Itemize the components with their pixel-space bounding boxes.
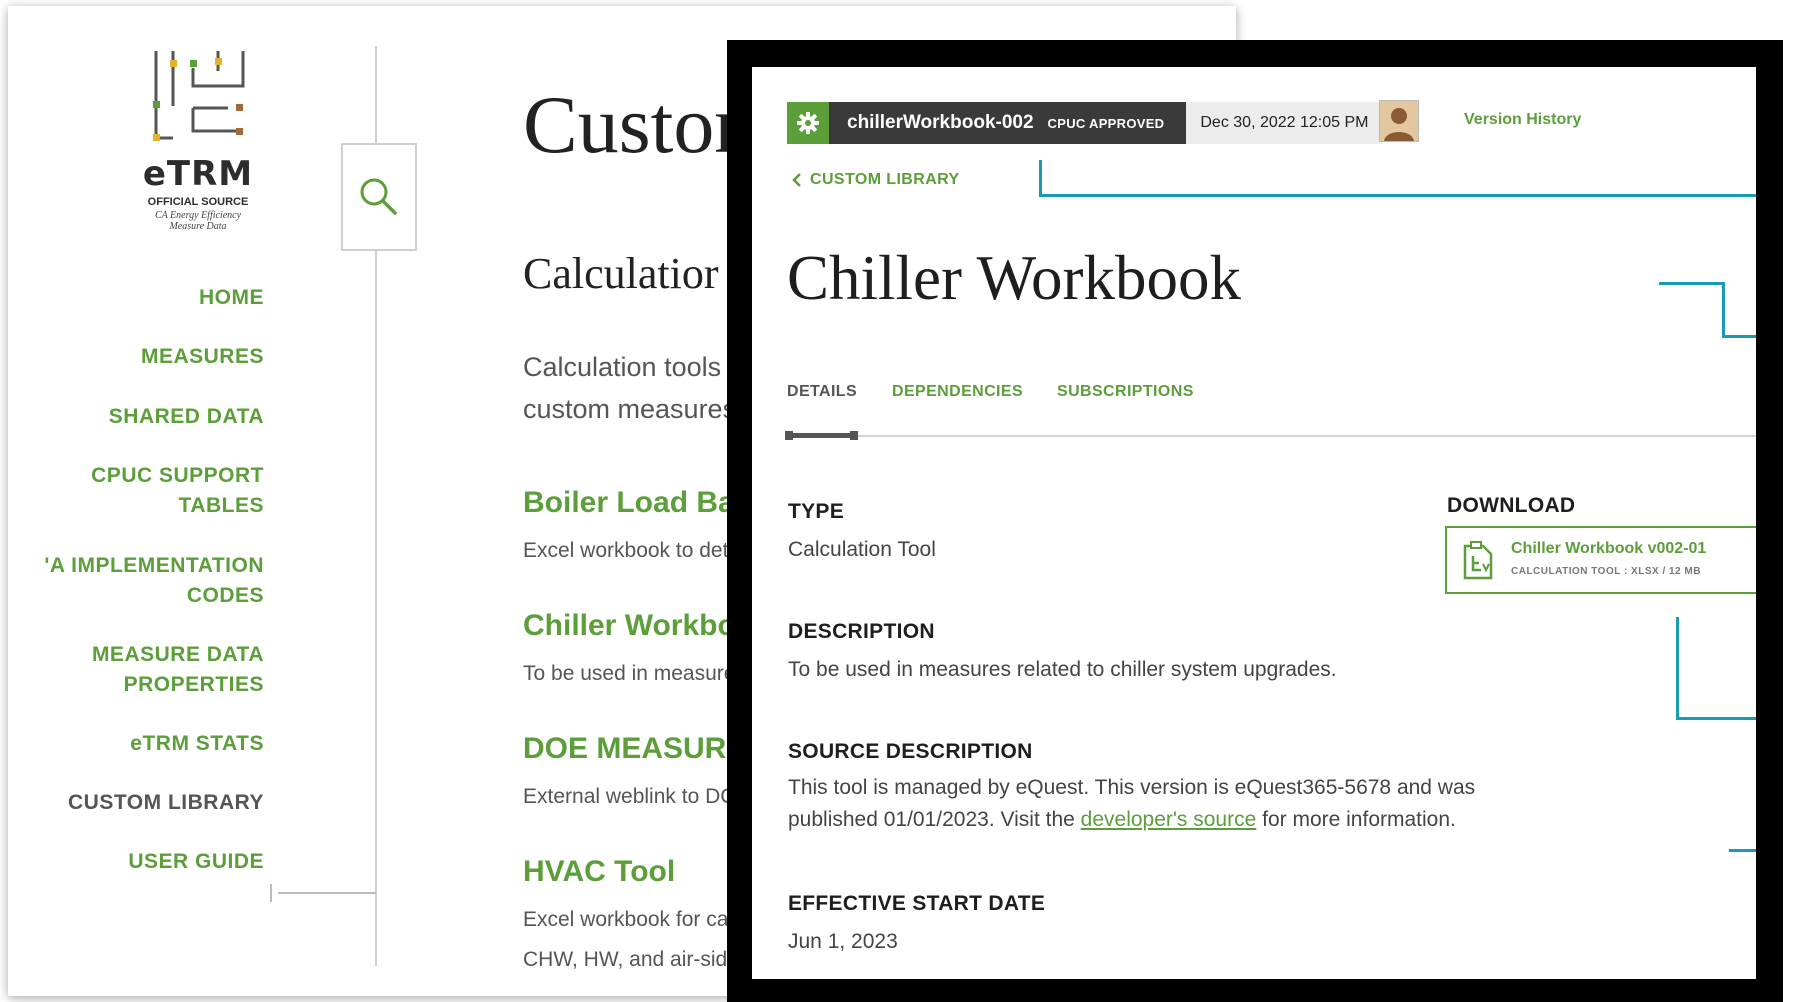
page-title: Chiller Workbook <box>787 243 1241 313</box>
tool-link-doe[interactable]: DOE MEASUR <box>523 732 726 766</box>
download-label: DOWNLOAD <box>1447 494 1576 517</box>
tool-desc-doe: External weblink to DC <box>523 785 736 808</box>
annotation-line <box>1729 849 1756 852</box>
annotation-line <box>1722 335 1756 338</box>
nav-user-guide[interactable]: USER GUIDE <box>128 845 264 879</box>
chevron-left-icon <box>792 173 801 187</box>
annotation-line <box>1722 282 1725 338</box>
version-history-link[interactable]: Version History <box>1464 111 1581 129</box>
tab-indicator-cap-left <box>785 431 793 440</box>
nav-measure-data-properties[interactable]: MEASURE DATA <box>92 638 264 672</box>
effective-start-date-label: EFFECTIVE START DATE <box>788 892 1046 915</box>
back-link-label: CUSTOM LIBRARY <box>810 171 960 188</box>
tab-subscriptions[interactable]: SUBSCRIPTIONS <box>1057 383 1194 401</box>
search-icon <box>360 178 397 215</box>
nav-cpuc-support-tables-line2[interactable]: TABLES <box>179 489 264 523</box>
type-label: TYPE <box>788 500 845 523</box>
file-download-icon <box>1463 541 1493 580</box>
source-line1: This tool is managed by eQuest. This ver… <box>788 776 1476 799</box>
background-page-title: Custor <box>523 79 742 170</box>
source-line2-post: for more information. <box>1256 808 1456 831</box>
download-file-meta: CALCULATION TOOL : XLSX / 12 MB <box>1511 566 1701 577</box>
effective-start-date-value: Jun 1, 2023 <box>788 930 898 953</box>
source-description-value: This tool is managed by eQuest. This ver… <box>788 772 1475 836</box>
source-line2-pre: published 01/01/2023. Visit the <box>788 808 1081 831</box>
nav-cpuc-support-tables[interactable]: CPUC SUPPORT <box>91 459 264 493</box>
annotation-line <box>1676 617 1679 720</box>
annotation-line <box>1659 282 1725 285</box>
tab-details[interactable]: DETAILS <box>787 383 857 401</box>
tool-link-chiller[interactable]: Chiller Workbo <box>523 609 736 643</box>
background-page-subtitle: Calculatior <box>523 249 719 298</box>
tool-desc-hvac: Excel workbook for ca <box>523 908 729 931</box>
tool-desc-chiller: To be used in measure <box>523 662 736 685</box>
nav-measure-data-properties-line2[interactable]: PROPERTIES <box>124 668 264 702</box>
nav-home[interactable]: HOME <box>199 281 264 315</box>
intro-line2: custom measures <box>523 394 737 424</box>
background-page-intro: Calculation tools custom measures <box>523 346 736 430</box>
detail-page: chillerWorkbook-002 CPUC APPROVED Dec 30… <box>752 67 1756 979</box>
description-value: To be used in measures related to chille… <box>788 658 1337 681</box>
tool-link-boiler[interactable]: Boiler Load Ba <box>523 486 735 520</box>
nav-measures[interactable]: MEASURES <box>141 340 264 374</box>
tool-desc-boiler: Excel workbook to det <box>523 539 729 562</box>
annotation-line <box>1039 194 1756 197</box>
developer-source-link[interactable]: developer's source <box>1081 808 1257 831</box>
etrm-logo[interactable]: eTRM OFFICIAL SOURCE CA Energy Efficienc… <box>118 46 278 246</box>
annotation-line <box>1676 717 1756 720</box>
nav-pa-implementation-codes[interactable]: 'A IMPLEMENTATION <box>44 549 264 583</box>
avatar[interactable] <box>1379 100 1419 142</box>
status-badge: CPUC APPROVED <box>1043 102 1187 144</box>
tool-desc-hvac-line2: CHW, HW, and air-side <box>523 948 739 971</box>
search-button[interactable] <box>341 143 417 251</box>
workbook-header-bar: chillerWorkbook-002 CPUC APPROVED Dec 30… <box>787 102 1383 144</box>
download-file-button[interactable]: Chiller Workbook v002-01 CALCULATION TOO… <box>1445 526 1756 594</box>
tab-dependencies[interactable]: DEPENDENCIES <box>892 383 1023 401</box>
nav-custom-library[interactable]: CUSTOM LIBRARY <box>68 786 264 820</box>
intro-line1: Calculation tools <box>523 352 722 382</box>
logo-wordmark: eTRM <box>142 154 254 194</box>
description-label: DESCRIPTION <box>788 620 935 643</box>
gear-icon <box>797 112 819 134</box>
workbook-id: chillerWorkbook-002 <box>829 102 1044 144</box>
tool-link-hvac[interactable]: HVAC Tool <box>523 855 675 889</box>
source-description-label: SOURCE DESCRIPTION <box>788 740 1033 763</box>
download-file-name: Chiller Workbook v002-01 <box>1511 540 1707 557</box>
type-value: Calculation Tool <box>788 538 936 561</box>
workbook-datetime: Dec 30, 2022 12:05 PM <box>1186 102 1383 144</box>
nav-etrm-stats[interactable]: eTRM STATS <box>130 727 264 761</box>
logo-subtitle-line2: Measure Data <box>169 221 227 232</box>
settings-button[interactable] <box>787 102 829 144</box>
user-silhouette-icon <box>1380 101 1418 141</box>
annotation-line <box>1039 160 1042 197</box>
tab-rule <box>787 435 1756 437</box>
back-to-custom-library[interactable]: CUSTOM LIBRARY <box>792 171 960 189</box>
logo-subtitle: CA Energy Efficiency Measure Data <box>138 210 258 232</box>
tab-active-indicator <box>787 433 853 438</box>
logo-subtitle-line1: CA Energy Efficiency <box>154 210 242 221</box>
etrm-logo-icon <box>153 51 245 141</box>
tab-indicator-cap-right <box>850 431 858 440</box>
nav-active-connector <box>278 892 376 894</box>
nav-active-tick <box>270 884 272 902</box>
logo-official-source: OFFICIAL SOURCE <box>147 196 249 208</box>
nav-pa-implementation-codes-line2[interactable]: CODES <box>187 579 264 613</box>
nav-shared-data[interactable]: SHARED DATA <box>109 400 264 434</box>
